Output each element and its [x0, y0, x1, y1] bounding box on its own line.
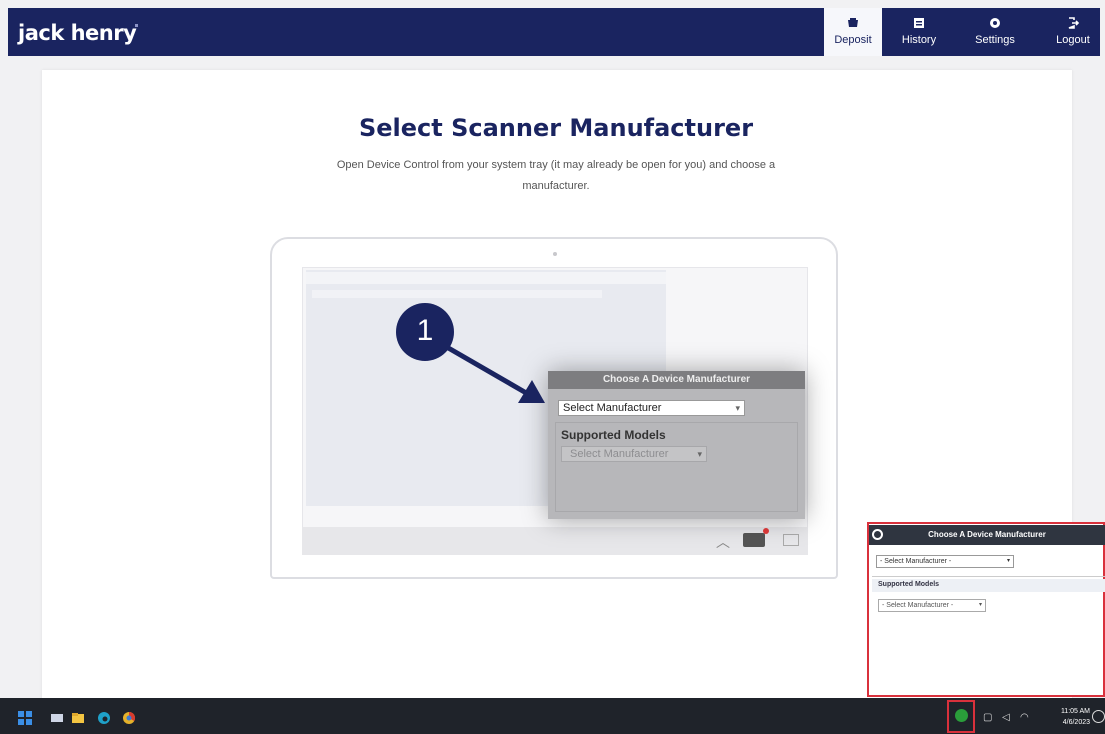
manufacturer-select-value: - Select Manufacturer -	[880, 558, 952, 565]
chrome-browser-icon[interactable]	[122, 711, 136, 725]
chevron-down-icon: ▾	[1006, 558, 1010, 564]
monitor-icon[interactable]: ▢	[983, 712, 992, 723]
page: jack henry Deposit History Settings Logo…	[0, 0, 1105, 734]
speaker-icon[interactable]: ◁	[1002, 712, 1010, 723]
divider	[872, 576, 1105, 577]
edge-browser-icon[interactable]	[97, 711, 111, 725]
step-number-badge: 1	[396, 303, 454, 361]
models-select-value: - Select Manufacturer -	[882, 602, 954, 609]
chevron-down-icon: ▾	[978, 602, 982, 608]
device-control-tray-icon[interactable]	[955, 709, 968, 722]
clock-time: 11:05 AM	[1060, 708, 1090, 715]
manufacturer-select[interactable]: - Select Manufacturer - ▾	[876, 555, 1014, 568]
clock-date: 4/6/2023	[1062, 719, 1090, 726]
device-control-icon	[872, 529, 883, 540]
supported-models-label: Supported Models	[878, 581, 940, 588]
windows-start-icon[interactable]	[18, 711, 32, 725]
device-dialog-title: Choose A Device Manufacturer	[869, 525, 1105, 545]
file-explorer-icon[interactable]	[71, 711, 85, 725]
taskbar-clock[interactable]: 11:05 AM 4/6/2023	[1044, 706, 1090, 728]
notification-icon[interactable]	[1092, 710, 1105, 723]
network-icon[interactable]: ◠	[1020, 712, 1029, 723]
windows-taskbar	[0, 698, 1105, 734]
models-select[interactable]: - Select Manufacturer - ▾	[878, 599, 986, 612]
task-view-icon[interactable]	[50, 711, 64, 725]
